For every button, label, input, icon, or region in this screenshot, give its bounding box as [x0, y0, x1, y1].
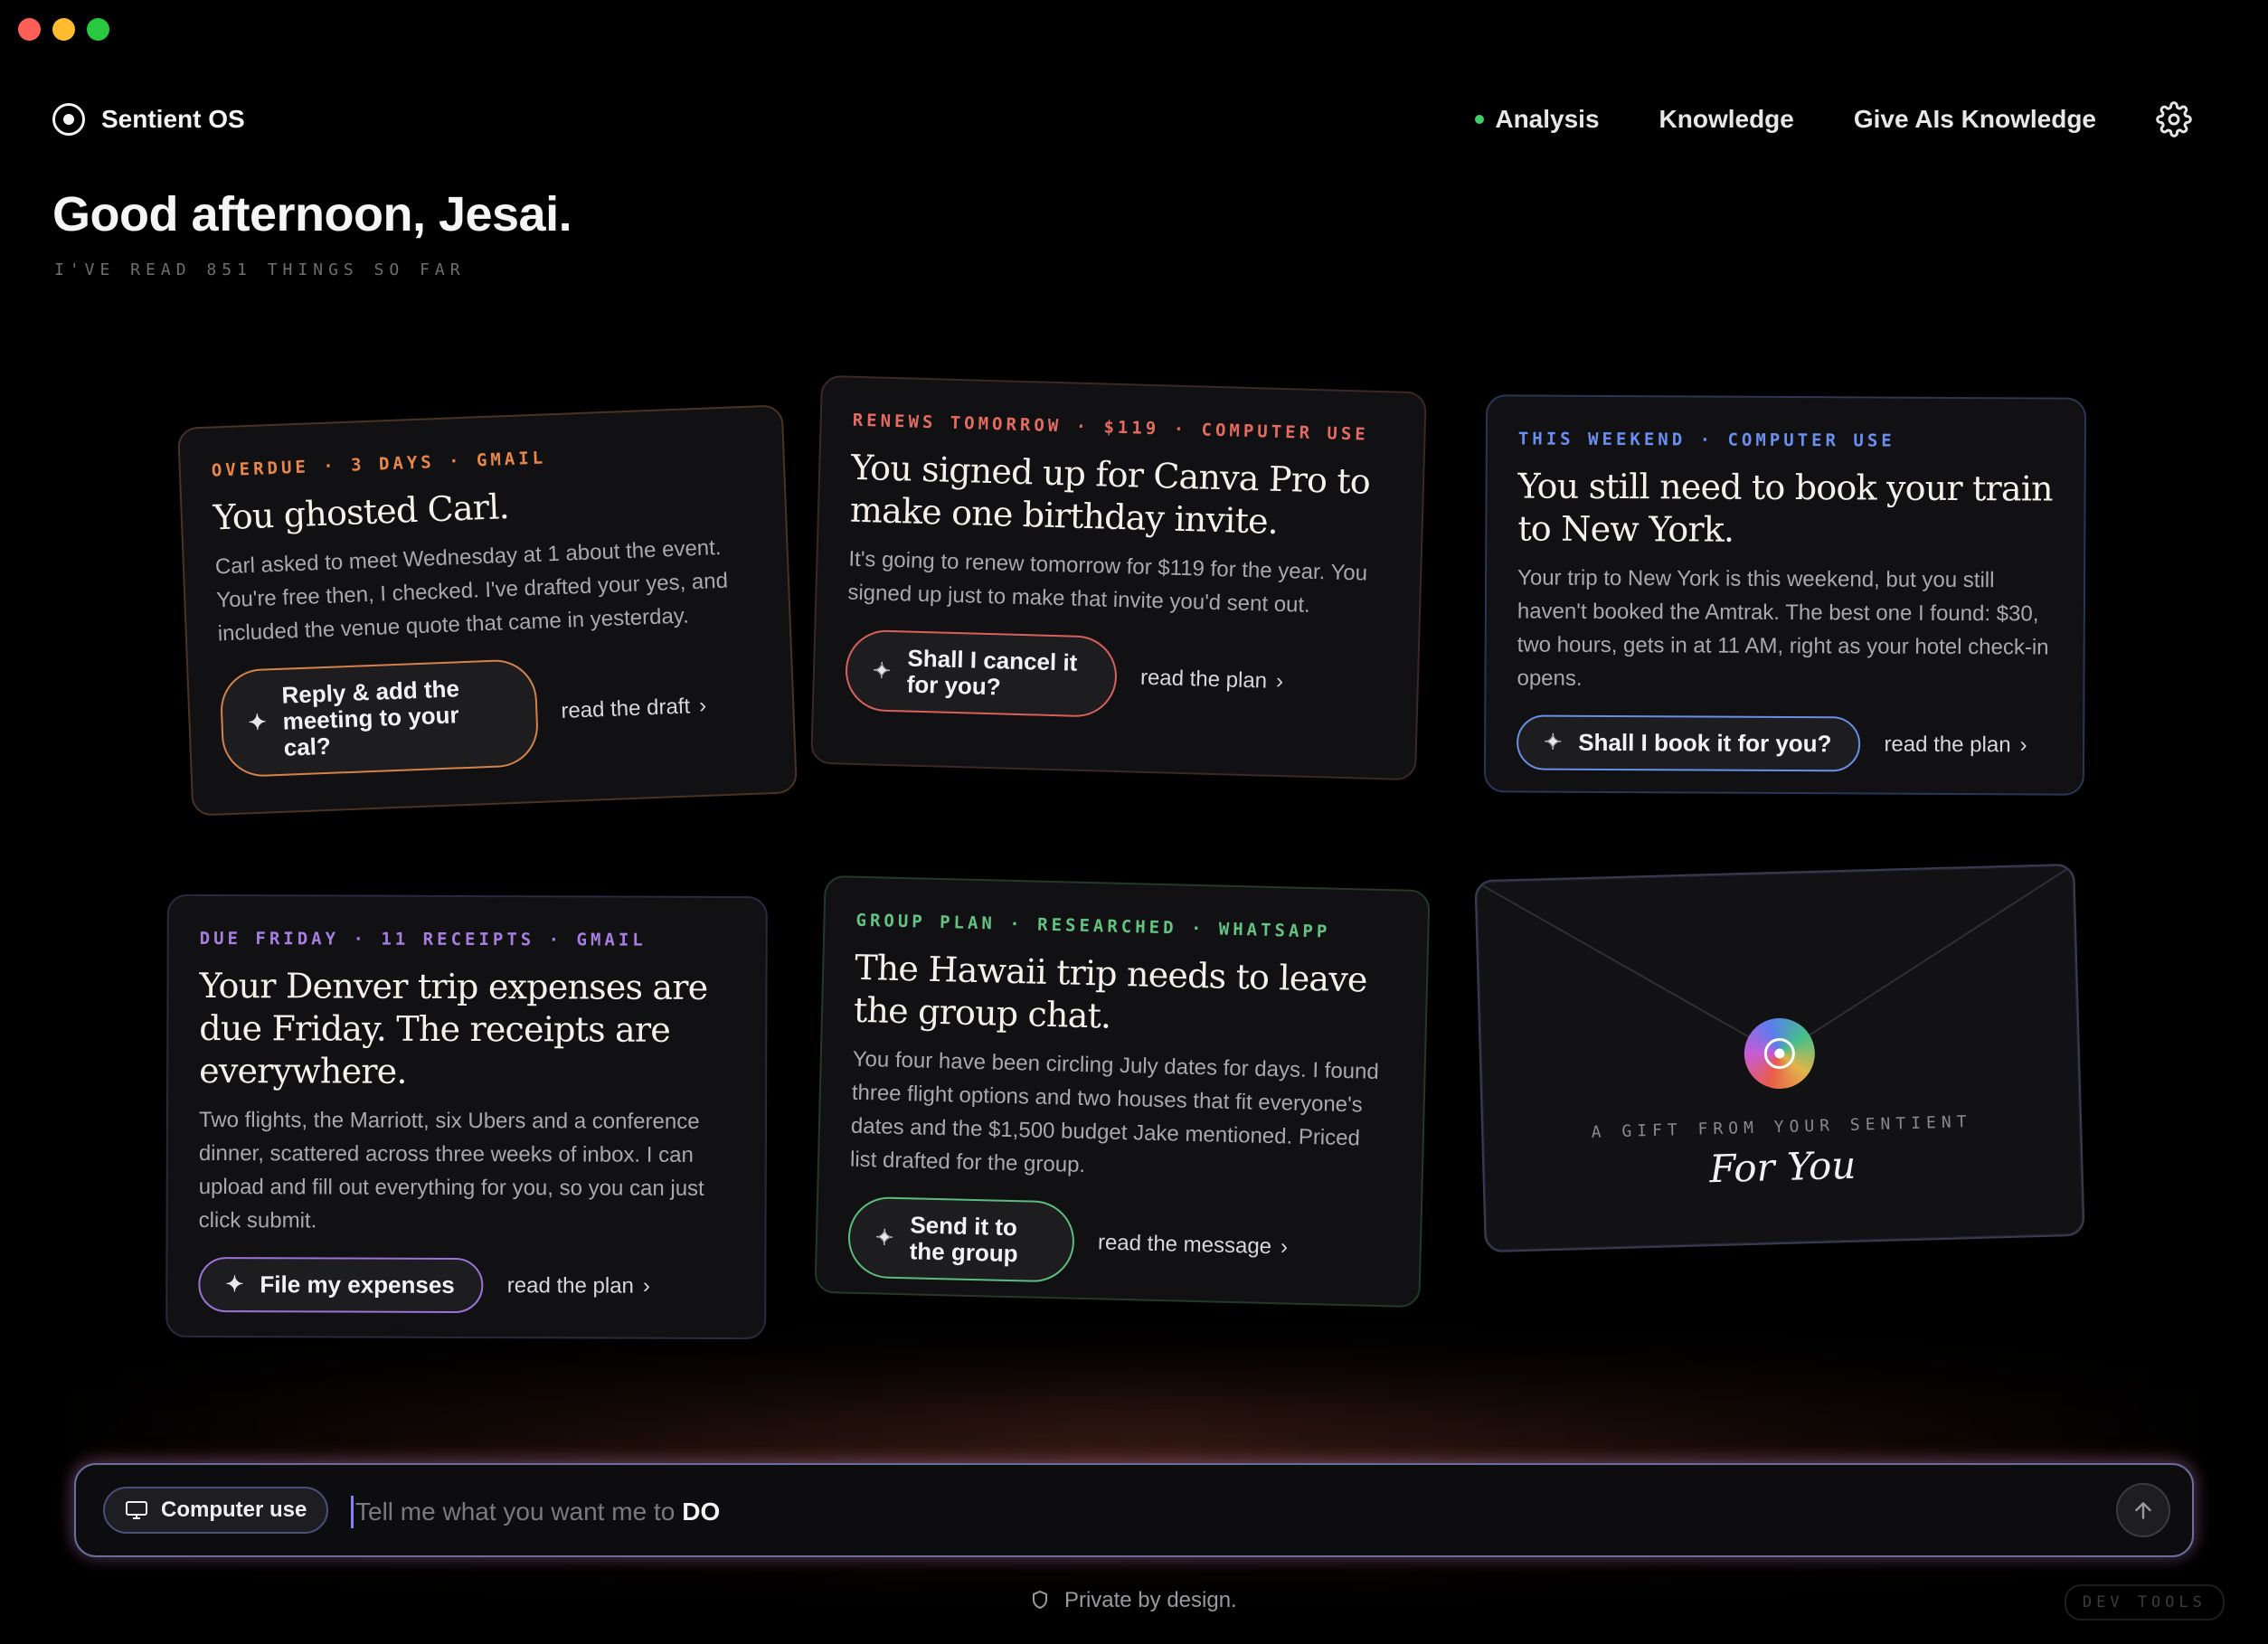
- card-actions: ✦ Shall I book it for you? read the plan…: [1516, 714, 2052, 772]
- privacy-label: Private by design.: [1063, 1588, 1237, 1612]
- shield-icon: [1033, 1590, 1048, 1610]
- sparkle-icon: ✦: [1544, 730, 1563, 755]
- send-button[interactable]: [2116, 1483, 2170, 1537]
- reply-add-meeting-button[interactable]: ✦ Reply & add the meeting to your cal?: [219, 657, 540, 779]
- gear-icon: [2156, 101, 2192, 137]
- card-hawaii[interactable]: GROUP PLAN · RESEARCHED · WHATSAPP The H…: [814, 874, 1431, 1309]
- chevron-right-icon: ›: [698, 693, 707, 718]
- dev-tools-label: DEV TOOLS: [2082, 1593, 2207, 1611]
- action-label: Send it to the group: [909, 1211, 1018, 1268]
- sparkle-icon: ✦: [874, 1224, 894, 1251]
- card-body: Two flights, the Marriott, six Ubers and…: [198, 1107, 704, 1233]
- chevron-right-icon: ›: [1275, 668, 1284, 694]
- card-body: Your trip to New York is this weekend, b…: [1517, 565, 2049, 691]
- card-body: It's going to renew tomorrow for $119 fo…: [847, 546, 1368, 618]
- cancel-subscription-button[interactable]: ✦ Shall I cancel it for you?: [844, 628, 1119, 718]
- command-input[interactable]: Tell me what you want me to DO: [351, 1487, 2069, 1537]
- gift-envelope[interactable]: A GIFT FROM YOUR SENTIENT For You: [1474, 863, 2085, 1253]
- arrow-up-icon: [2135, 1502, 2151, 1519]
- action-label: Shall I book it for you?: [1578, 728, 1832, 758]
- app-window: Sentient OS Analysis Knowledge Give AIs …: [0, 0, 2268, 1644]
- action-label: Reply & add the meeting to your cal?: [280, 675, 460, 761]
- card-title: You still need to book your train to New…: [1517, 466, 2053, 550]
- card-train[interactable]: THIS WEEKEND · COMPUTER USE You still ne…: [1483, 394, 2087, 796]
- read-message-link[interactable]: read the message ›: [1098, 1230, 1289, 1260]
- read-plan-link[interactable]: read the plan ›: [1884, 732, 2027, 758]
- command-placeholder-emphasis: DO: [682, 1498, 721, 1526]
- card-actions: ✦ File my expenses read the plan ›: [198, 1256, 733, 1314]
- card-title: Your Denver trip expenses are due Friday…: [199, 965, 708, 1091]
- greeting-heading: Good afternoon, Jesai.: [52, 187, 572, 241]
- action-label: Shall I cancel it for you?: [906, 644, 1078, 701]
- link-label: read the plan: [1139, 665, 1268, 694]
- card-canva[interactable]: RENEWS TOMORROW · $119 · COMPUTER USE Yo…: [810, 374, 1427, 781]
- computer-use-toggle[interactable]: Computer use: [103, 1487, 329, 1534]
- sentient-logo-icon: [52, 103, 85, 136]
- sparkle-icon: ✦: [872, 657, 892, 684]
- link-label: read the message: [1097, 1230, 1272, 1260]
- settings-button[interactable]: [2156, 101, 2192, 137]
- card-actions: ✦ Reply & add the meeting to your cal? r…: [219, 649, 763, 779]
- monitor-icon: [126, 1501, 147, 1519]
- minimize-window-button[interactable]: [52, 18, 75, 41]
- card-title: The Hawaii trip needs to leave the group…: [853, 947, 1368, 1036]
- computer-use-label: Computer use: [161, 1498, 307, 1522]
- card-tag: DUE FRIDAY · 11 RECEIPTS · GMAIL: [199, 928, 647, 950]
- card-title: You signed up for Canva Pro to make one …: [849, 447, 1371, 542]
- nav-give-ais-knowledge[interactable]: Give AIs Knowledge: [1854, 105, 2096, 134]
- card-body: You four have been circling July dates f…: [849, 1046, 1380, 1178]
- text-caret: [351, 1496, 354, 1528]
- nav-knowledge-label: Knowledge: [1658, 105, 1794, 133]
- close-window-button[interactable]: [18, 18, 41, 41]
- send-to-group-button[interactable]: ✦ Send it to the group: [846, 1195, 1076, 1283]
- read-count-subline: I'VE READ 851 THINGS SO FAR: [54, 260, 466, 279]
- card-tag: THIS WEEKEND · COMPUTER USE: [1517, 429, 1895, 451]
- card-actions: ✦ Send it to the group read the message …: [846, 1195, 1390, 1291]
- card-tag: OVERDUE · 3 DAYS · GMAIL: [211, 448, 547, 481]
- card-carl[interactable]: OVERDUE · 3 DAYS · GMAIL You ghosted Car…: [176, 404, 799, 817]
- link-label: read the plan: [1884, 732, 2011, 757]
- nav-analysis[interactable]: Analysis: [1475, 105, 1600, 134]
- file-expenses-button[interactable]: ✦ File my expenses: [198, 1256, 484, 1314]
- zoom-window-button[interactable]: [87, 18, 109, 41]
- dev-tools-button[interactable]: DEV TOOLS: [2064, 1584, 2225, 1620]
- nav-analysis-label: Analysis: [1495, 105, 1600, 133]
- link-label: read the plan: [506, 1272, 634, 1299]
- status-dot-icon: [1475, 115, 1485, 124]
- window-controls: [18, 18, 109, 41]
- brand[interactable]: Sentient OS: [52, 103, 245, 136]
- privacy-note: Private by design.: [0, 1588, 2268, 1613]
- card-actions: ✦ Shall I cancel it for you? read the pl…: [844, 628, 1387, 726]
- sparkle-icon: ✦: [248, 710, 268, 736]
- read-plan-link[interactable]: read the plan ›: [1140, 666, 1284, 694]
- nav-knowledge[interactable]: Knowledge: [1659, 105, 1794, 134]
- action-label: File my expenses: [260, 1271, 455, 1299]
- command-placeholder: Tell me what you want me to: [355, 1498, 676, 1526]
- sparkle-icon: ✦: [225, 1272, 244, 1298]
- card-expenses[interactable]: DUE FRIDAY · 11 RECEIPTS · GMAIL Your De…: [165, 893, 768, 1340]
- read-plan-link[interactable]: read the plan ›: [507, 1273, 650, 1299]
- link-label: read the draft: [560, 693, 691, 723]
- card-tag: RENEWS TOMORROW · $119 · COMPUTER USE: [852, 410, 1370, 445]
- card-title: You ghosted Carl.: [212, 487, 510, 538]
- app-name: Sentient OS: [101, 105, 245, 133]
- nav-give-ais-knowledge-label: Give AIs Knowledge: [1853, 105, 2096, 133]
- chevron-right-icon: ›: [1280, 1234, 1289, 1260]
- read-draft-link[interactable]: read the draft ›: [561, 693, 707, 723]
- command-bar: Computer use Tell me what you want me to…: [74, 1463, 2194, 1557]
- chevron-right-icon: ›: [642, 1273, 650, 1299]
- card-tag: GROUP PLAN · RESEARCHED · WHATSAPP: [855, 910, 1331, 942]
- book-train-button[interactable]: ✦ Shall I book it for you?: [1516, 714, 1861, 772]
- card-body: Carl asked to meet Wednesday at 1 about …: [214, 535, 729, 647]
- chevron-right-icon: ›: [2019, 732, 2027, 757]
- top-nav: Analysis Knowledge Give AIs Knowledge: [1475, 101, 2192, 137]
